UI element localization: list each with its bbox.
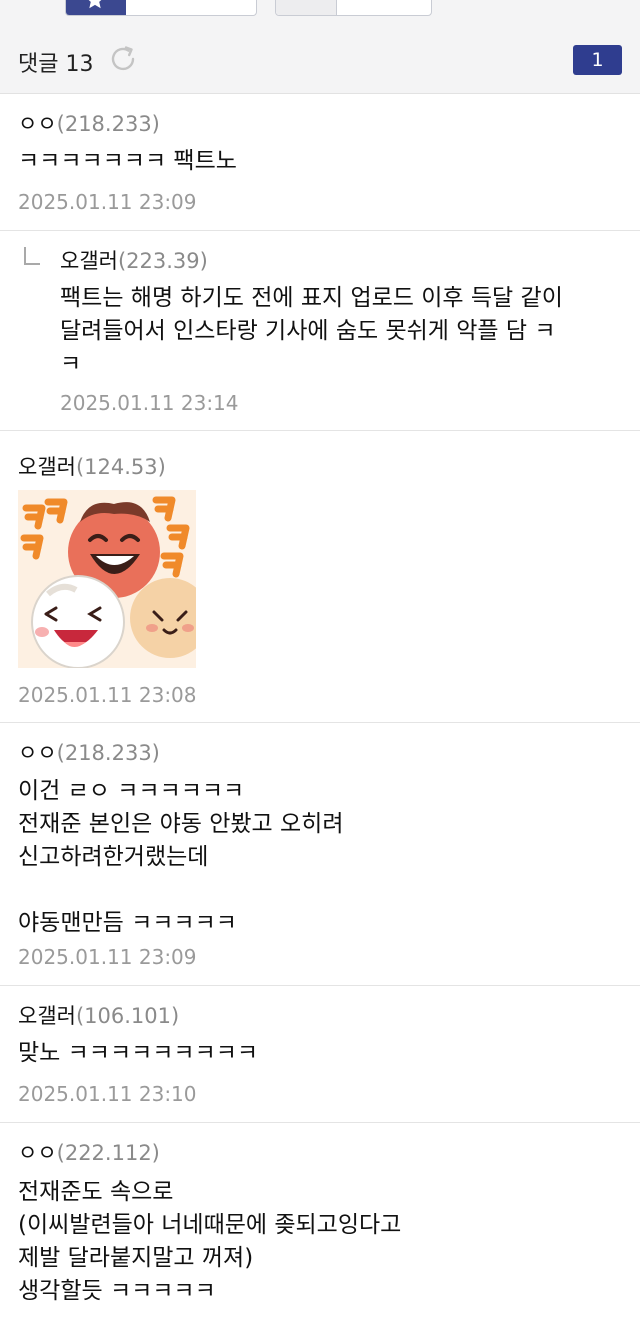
comment-author[interactable]: 오갤러(124.53) — [18, 451, 166, 481]
comment-item: ㅇㅇ(218.233) 이건 ㄹㅇ ㅋㅋㅋㅋㅋㅋ 전재준 본인은 야동 안봤고 … — [0, 723, 640, 986]
comment-author[interactable]: 오갤러(106.101) — [18, 1000, 179, 1030]
comment-item: ㅇㅇ(222.112) 전재준도 속으로 (이씨발련들아 너네때문에 좆되고잉다… — [0, 1123, 640, 1323]
comment-date: 2025.01.11 23:10 — [18, 1082, 197, 1106]
author-name: 오갤러 — [18, 1004, 76, 1028]
author-ip: (223.39) — [117, 249, 208, 273]
star-icon — [88, 0, 102, 9]
sort-option-left[interactable] — [276, 0, 337, 15]
more-options-icon[interactable]: ••••• — [470, 0, 585, 11]
refresh-icon[interactable] — [107, 43, 139, 75]
comment-text: 맞노 ㅋㅋㅋㅋㅋㅋㅋㅋㅋ — [18, 1040, 259, 1066]
author-ip: (222.112) — [56, 1141, 160, 1165]
top-toolbar: ••••• — [0, 0, 640, 26]
author-name: ㅇㅇ — [18, 112, 57, 136]
comment-author[interactable]: ㅇㅇ(218.233) — [18, 737, 160, 767]
laughing-emoticon-image[interactable] — [18, 490, 196, 668]
author-name: 오갤러 — [18, 455, 76, 479]
reply-item: 오갤러(223.39) 팩트는 해명 하기도 전에 표지 업로드 이후 득달 같… — [0, 231, 640, 431]
comment-author[interactable]: 오갤러(223.39) — [60, 245, 208, 275]
author-name: 오갤러 — [60, 249, 118, 273]
comment-date: 2025.01.11 23:14 — [60, 391, 239, 415]
comment-header: 댓글 13 1 — [0, 26, 640, 94]
author-ip: (218.233) — [56, 112, 160, 136]
author-name: ㅇㅇ — [18, 741, 57, 765]
author-ip: (218.233) — [56, 741, 160, 765]
sort-button-group[interactable] — [275, 0, 432, 16]
comment-date: 2025.01.11 23:09 — [18, 190, 197, 214]
recommend-button-group[interactable] — [65, 0, 257, 16]
author-name: ㅇㅇ — [18, 1141, 57, 1165]
star-button[interactable] — [66, 0, 126, 15]
comment-date: 2025.01.11 23:09 — [18, 945, 197, 969]
reply-arrow-icon — [24, 247, 40, 265]
comment-text: 팩트는 해명 하기도 전에 표지 업로드 이후 득달 같이 달려들어서 인스타랑… — [60, 285, 563, 377]
comment-author[interactable]: ㅇㅇ(222.112) — [18, 1137, 160, 1167]
comment-text: ㅋㅋㅋㅋㅋㅋㅋ 팩트노 — [18, 148, 237, 174]
comment-item: 오갤러(124.53) 2025.01.11 23:08 — [0, 431, 640, 723]
comment-date: 2025.01.11 23:08 — [18, 683, 197, 707]
comment-author[interactable]: ㅇㅇ(218.233) — [18, 108, 160, 138]
comment-text: 전재준도 속으로 (이씨발련들아 너네때문에 좆되고잉다고 제발 달라붙지말고 … — [18, 1179, 402, 1304]
comment-item: 오갤러(106.101) 맞노 ㅋㅋㅋㅋㅋㅋㅋㅋㅋ 2025.01.11 23:… — [0, 986, 640, 1123]
author-ip: (106.101) — [75, 1004, 180, 1028]
comment-item: ㅇㅇ(218.233) ㅋㅋㅋㅋㅋㅋㅋ 팩트노 2025.01.11 23:09 — [0, 94, 640, 231]
comment-text: 이건 ㄹㅇ ㅋㅋㅋㅋㅋㅋ 전재준 본인은 야동 안봤고 오히려 신고하려한거랬는… — [18, 778, 344, 936]
author-ip: (124.53) — [75, 455, 166, 479]
page-number-button[interactable]: 1 — [573, 45, 622, 75]
comment-count-title: 댓글 13 — [18, 52, 94, 77]
